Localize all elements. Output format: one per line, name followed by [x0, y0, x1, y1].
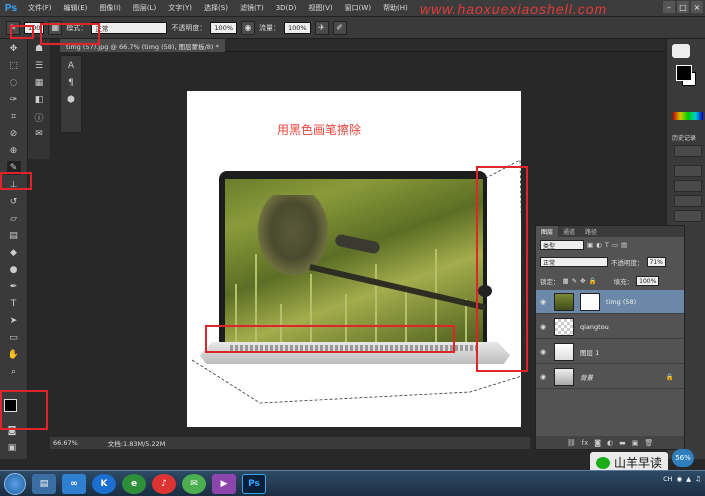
layer-row[interactable]: ◉ timg (58) — [536, 290, 684, 314]
highlight-bottom-edge — [205, 325, 455, 353]
layer-thumbnail — [554, 317, 574, 336]
browser-icon[interactable]: e — [122, 473, 146, 494]
k-app-icon[interactable]: K — [92, 473, 116, 494]
wechat-taskbar-icon[interactable]: ✉ — [182, 473, 206, 494]
highlight-color-swatches — [0, 390, 48, 430]
layer-name: 背景 — [580, 373, 593, 382]
layer-mask-thumbnail[interactable] — [580, 292, 600, 311]
fill-label: 填充： — [613, 278, 634, 286]
document-info: 文档:1.83M/5.22M — [107, 440, 166, 448]
filter-smart-icon[interactable]: ▤ — [621, 241, 627, 249]
lock-label: 锁定： — [540, 278, 560, 286]
photoshop-taskbar-icon[interactable]: Ps — [242, 473, 266, 494]
highlight-brush-preset — [10, 25, 34, 39]
lock-paint-icon[interactable]: ✎ — [572, 277, 577, 285]
history-state[interactable] — [674, 210, 702, 222]
tray-network-icon[interactable]: ▲ — [686, 475, 691, 483]
adjustment-layer-icon[interactable]: ◐ — [607, 439, 613, 447]
lock-pixels-icon[interactable]: ▦ — [563, 277, 569, 285]
history-panel-label[interactable]: 历史记录 — [672, 133, 696, 142]
layer-name: qiangtou — [580, 322, 609, 331]
visibility-eye-icon[interactable]: ◉ — [536, 298, 550, 306]
layer-row[interactable]: ◉ qiangtou — [536, 315, 684, 339]
history-state[interactable] — [674, 180, 702, 192]
filter-shape-icon[interactable]: ▭ — [612, 241, 618, 249]
blend-mode-select[interactable]: 正常 — [540, 257, 608, 267]
delete-layer-icon[interactable]: 🗑 — [644, 439, 653, 447]
netease-music-icon[interactable]: ♪ — [152, 473, 176, 494]
tab-channels[interactable]: 通道 — [558, 226, 580, 237]
filter-pixel-icon[interactable]: ▣ — [587, 241, 593, 249]
lock-icon: 🔒 — [665, 372, 674, 381]
wechat-icon — [596, 456, 610, 469]
windows-taskbar: ▤ ∞ K e ♪ ✉ ▶ Ps — [0, 470, 705, 496]
new-layer-icon[interactable]: ▣ — [632, 439, 639, 447]
highlight-right-edge — [476, 166, 528, 372]
link-layers-icon[interactable]: ⛓ — [567, 439, 576, 447]
lock-move-icon[interactable]: ✥ — [580, 277, 585, 285]
visibility-eye-icon[interactable]: ◉ — [536, 373, 550, 381]
layer-filter-select[interactable]: 类型 — [540, 240, 584, 250]
filter-adjust-icon[interactable]: ◐ — [596, 241, 602, 249]
layer-thumbnail — [554, 367, 574, 386]
color-panel-fg[interactable] — [676, 65, 692, 81]
tray-volume-icon[interactable]: ♫ — [695, 475, 701, 483]
highlight-brush-size — [40, 23, 100, 45]
layers-panel: 图层 通道 路径 类型 ▣ ◐ T ▭ ▤ 正常 不透明度： 71% 锁定： ▦… — [535, 225, 685, 450]
history-state[interactable] — [674, 195, 702, 207]
system-tray: CH ◉ ▲ ♫ — [663, 475, 701, 483]
history-state[interactable] — [674, 165, 702, 177]
tray-app-icon[interactable]: ◉ — [677, 475, 683, 483]
progress-badge: 56% — [672, 449, 694, 467]
media-icon[interactable]: ▶ — [212, 473, 236, 494]
hand-icon[interactable] — [672, 44, 690, 58]
input-language[interactable]: CH — [663, 475, 672, 483]
visibility-eye-icon[interactable]: ◉ — [536, 348, 550, 356]
highlight-brush-tool — [0, 172, 32, 190]
layer-name: 图层 1 — [580, 348, 600, 357]
layer-row[interactable]: ◉ 图层 1 — [536, 340, 684, 364]
new-group-icon[interactable]: ▬ — [619, 439, 626, 447]
lock-all-icon[interactable]: 🔒 — [589, 277, 597, 285]
start-button[interactable] — [4, 472, 26, 495]
visibility-eye-icon[interactable]: ◉ — [536, 323, 550, 331]
layer-opacity-field[interactable]: 71% — [646, 257, 666, 267]
wechat-account-name: 山羊早读 — [614, 456, 663, 470]
tab-layers[interactable]: 图层 — [536, 226, 559, 237]
layer-style-icon[interactable]: fx — [582, 439, 589, 447]
add-mask-icon[interactable]: ◙ — [594, 439, 601, 447]
baidu-netdisk-icon[interactable]: ∞ — [62, 473, 86, 494]
fill-field[interactable]: 100% — [636, 276, 660, 286]
layers-panel-tabs: 图层 通道 路径 — [536, 226, 684, 237]
layer-thumbnail — [554, 292, 574, 311]
status-bar: 66.67% 文档:1.83M/5.22M — [50, 437, 530, 449]
explorer-icon[interactable]: ▤ — [32, 473, 56, 494]
layer-thumbnail — [554, 342, 574, 361]
layer-opacity-label: 不透明度： — [611, 259, 644, 267]
layer-row[interactable]: ◉ 背景 🔒 — [536, 365, 684, 389]
layer-name: timg (58) — [606, 297, 637, 306]
tab-paths[interactable]: 路径 — [580, 226, 602, 237]
history-snapshot[interactable] — [674, 145, 702, 157]
color-ramp[interactable] — [673, 112, 703, 120]
layers-panel-footer: ⛓ fx ◙ ◐ ▬ ▣ 🗑 — [536, 436, 684, 449]
zoom-readout[interactable]: 66.67% — [53, 439, 78, 447]
filter-type-icon[interactable]: T — [605, 241, 609, 249]
